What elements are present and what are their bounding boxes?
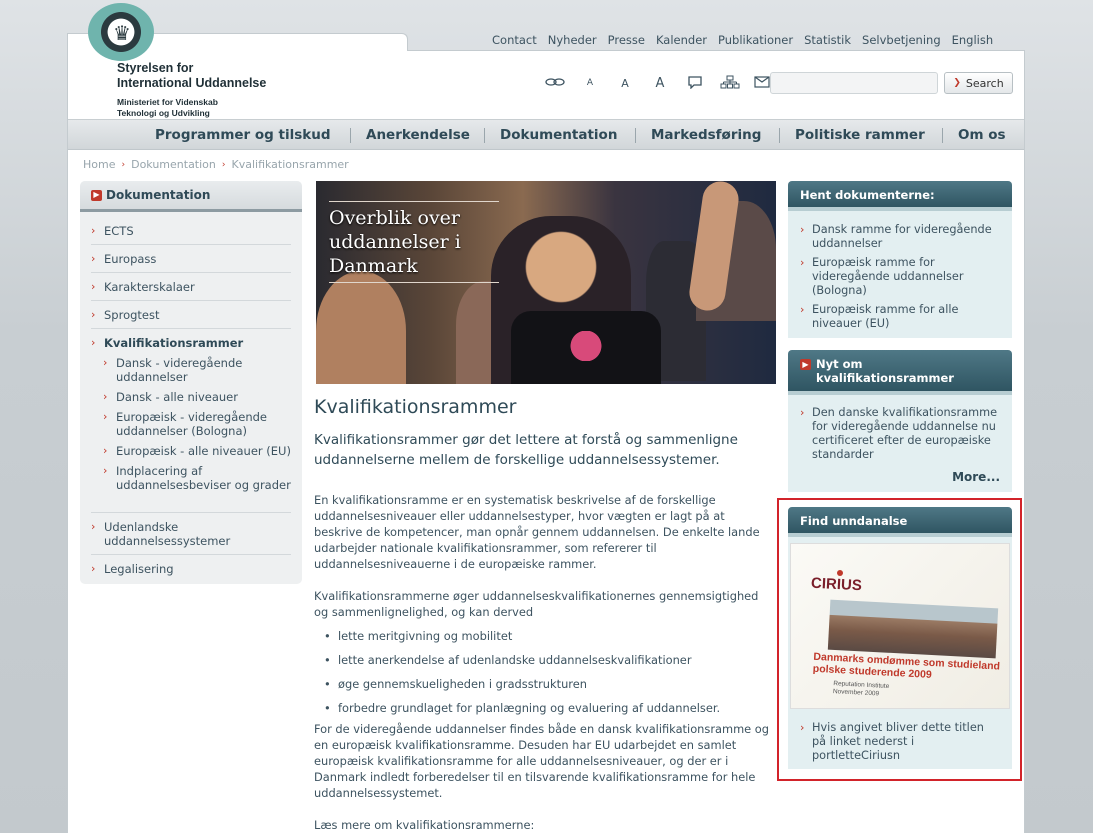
list-item: forbedre grundlaget for planlægning og e… bbox=[314, 700, 776, 716]
left-nav-item-legalisering[interactable]: › Legalisering bbox=[91, 562, 291, 576]
portlet-link[interactable]: › Dansk ramme for videregående uddannelse… bbox=[800, 223, 1000, 251]
link-icon[interactable] bbox=[543, 77, 567, 90]
highlight-frame bbox=[777, 498, 1022, 781]
main-nav: Programmer og tilskud Anerkendelse Dokum… bbox=[68, 119, 1024, 150]
list-item: lette meritgivning og mobilitet bbox=[314, 628, 776, 644]
left-nav-item-kvalifikationsrammer[interactable]: › Kvalifikationsrammer bbox=[91, 336, 291, 350]
top-link-nyheder[interactable]: Nyheder bbox=[548, 33, 597, 47]
top-link-contact[interactable]: Contact bbox=[492, 33, 537, 47]
nav-dokumentation[interactable]: Dokumentation bbox=[500, 120, 617, 150]
more-link[interactable]: More... bbox=[952, 470, 1000, 484]
left-nav: ▶ Dokumentation › ECTS › Europass › Karakte… bbox=[80, 181, 302, 584]
logo-name: Styrelsen for International Uddannelse bbox=[117, 61, 267, 90]
chevron-right-icon: › bbox=[103, 464, 108, 477]
font-size-small-button[interactable]: A bbox=[578, 78, 602, 88]
left-nav-title[interactable]: ▶ Dokumentation bbox=[80, 181, 302, 212]
font-size-medium-button[interactable]: A bbox=[613, 77, 637, 90]
chevron-right-icon: › bbox=[91, 520, 96, 533]
chevron-right-icon: › bbox=[800, 223, 805, 236]
left-nav-item-ects[interactable]: › ECTS bbox=[91, 224, 291, 238]
search-input[interactable] bbox=[770, 72, 938, 94]
portlet-title: Hent dokumenterne: bbox=[788, 181, 1012, 211]
paragraph-1: En kvalifikationsramme er en systematisk… bbox=[314, 493, 760, 571]
chevron-right-icon: › bbox=[800, 303, 805, 316]
hero-banner: Overblik over uddannelser i Danmark bbox=[316, 181, 776, 384]
nav-markedsforing[interactable]: Markedsføring bbox=[651, 120, 761, 150]
nav-anerkendelse[interactable]: Anerkendelse bbox=[366, 120, 470, 150]
chevron-right-icon: › bbox=[800, 406, 805, 419]
font-size-large-button[interactable]: A bbox=[648, 76, 672, 91]
chevron-right-icon: › bbox=[221, 160, 226, 170]
paragraph-3: For de videregående uddannelser findes b… bbox=[314, 722, 769, 800]
left-nav-subitem-europaeisk-bologna[interactable]: › Europæisk - videregående uddannelser (B… bbox=[103, 410, 293, 438]
chevron-right-icon: › bbox=[121, 160, 126, 170]
top-link-presse[interactable]: Presse bbox=[608, 33, 645, 47]
chevron-right-icon: › bbox=[103, 390, 108, 403]
sitemap-icon[interactable] bbox=[718, 75, 742, 92]
main-content: Kvalifikationsrammer Kvalifikationsramme… bbox=[314, 394, 776, 833]
left-nav-subitem-dansk-alle[interactable]: › Dansk - alle niveauer bbox=[103, 390, 293, 404]
portlet-link[interactable]: › Europæisk ramme for videregående uddann… bbox=[800, 256, 1000, 298]
chevron-right-icon: › bbox=[800, 256, 805, 269]
paragraph-2: Kvalifikationsrammerne øger uddannelsesk… bbox=[314, 589, 759, 619]
breadcrumb-dokumentation[interactable]: Dokumentation bbox=[131, 158, 216, 172]
arrow-right-icon: ▶ bbox=[91, 189, 102, 201]
arrow-right-icon: ▶ bbox=[800, 359, 811, 370]
top-link-publikationer[interactable]: Publikationer bbox=[718, 33, 793, 47]
portlet-hent-dokumenterne: Hent dokumenterne: › Dansk ramme for vide… bbox=[788, 181, 1012, 338]
comment-icon[interactable] bbox=[683, 75, 707, 92]
left-nav-item-udenlandske[interactable]: › Udenlandske uddannelsessystemer bbox=[91, 520, 291, 548]
left-nav-item-europass[interactable]: › Europass bbox=[91, 252, 291, 266]
site-logo[interactable]: ♛ Styrelsen for International Uddannelse… bbox=[86, 3, 266, 119]
bullet-list: lette meritgivning og mobilitet lette an… bbox=[314, 628, 776, 716]
nav-programmer-og-tilskud[interactable]: Programmer og tilskud bbox=[155, 120, 331, 150]
paragraph-4: Læs mere om kvalifikationsrammerne: bbox=[314, 818, 535, 832]
search-button[interactable]: ❯ Search bbox=[944, 72, 1013, 94]
top-link-selvbetjening[interactable]: Selvbetjening bbox=[862, 33, 941, 47]
portlet-link[interactable]: › Europæisk ramme for alle niveauer (EU) bbox=[800, 303, 1000, 331]
breadcrumb-home[interactable]: Home bbox=[83, 158, 115, 172]
top-link-statistik[interactable]: Statistik bbox=[804, 33, 851, 47]
breadcrumb: Home › Dokumentation › Kvalifikationsram… bbox=[83, 158, 349, 172]
chevron-right-icon: › bbox=[91, 280, 96, 293]
chevron-right-icon: › bbox=[103, 444, 108, 457]
crown-icon: ♛ bbox=[113, 21, 131, 45]
breadcrumb-current: Kvalifikationsrammer bbox=[231, 158, 349, 171]
chevron-right-icon: › bbox=[91, 562, 96, 575]
hero-title: Overblik over uddannelser i Danmark bbox=[329, 201, 499, 283]
left-nav-subitem-europaeisk-eu[interactable]: › Europæisk - alle niveauer (EU) bbox=[103, 444, 293, 458]
chevron-right-icon: › bbox=[91, 336, 96, 349]
chevron-right-icon: › bbox=[103, 410, 108, 423]
page-title: Kvalifikationsrammer bbox=[314, 396, 517, 418]
nav-politiske-rammer[interactable]: Politiske rammer bbox=[795, 120, 925, 150]
nav-om-os[interactable]: Om os bbox=[958, 120, 1006, 150]
chevron-right-icon: › bbox=[91, 252, 96, 265]
portlet-nyt-om: ▶ Nyt om kvalifikationsrammer › Den dansk… bbox=[788, 350, 1012, 492]
chevron-right-icon: › bbox=[103, 356, 108, 369]
logo-ministry: Ministeriet for Videnskab Teknologi og U… bbox=[117, 97, 218, 118]
left-nav-subitem-dansk-videregaende[interactable]: › Dansk - videregående uddannelser bbox=[103, 356, 293, 384]
list-item: øge gennemskueligheden i gradsstrukturen bbox=[314, 676, 776, 692]
lead-paragraph: Kvalifikationsrammer gør det lettere at … bbox=[314, 432, 738, 468]
left-nav-subitem-indplacering[interactable]: › Indplacering af uddannelsesbeviser og g… bbox=[103, 464, 293, 492]
chevron-right-icon: › bbox=[91, 308, 96, 321]
top-links: Contact Nyheder Presse Kalender Publikat… bbox=[492, 33, 993, 47]
portlet-title: ▶ Nyt om kvalifikationsrammer bbox=[788, 350, 1012, 395]
top-link-english[interactable]: English bbox=[952, 33, 994, 47]
top-link-kalender[interactable]: Kalender bbox=[656, 33, 707, 47]
left-nav-item-sprogtest[interactable]: › Sprogtest bbox=[91, 308, 291, 322]
list-item: lette anerkendelse af udenlandske uddann… bbox=[314, 652, 776, 668]
arrow-right-icon: ❯ bbox=[953, 78, 961, 88]
left-nav-item-karakterskalaer[interactable]: › Karakterskalaer bbox=[91, 280, 291, 294]
chevron-right-icon: › bbox=[91, 224, 96, 237]
portlet-link[interactable]: › Den danske kvalifikationsramme for vide… bbox=[800, 406, 1000, 462]
